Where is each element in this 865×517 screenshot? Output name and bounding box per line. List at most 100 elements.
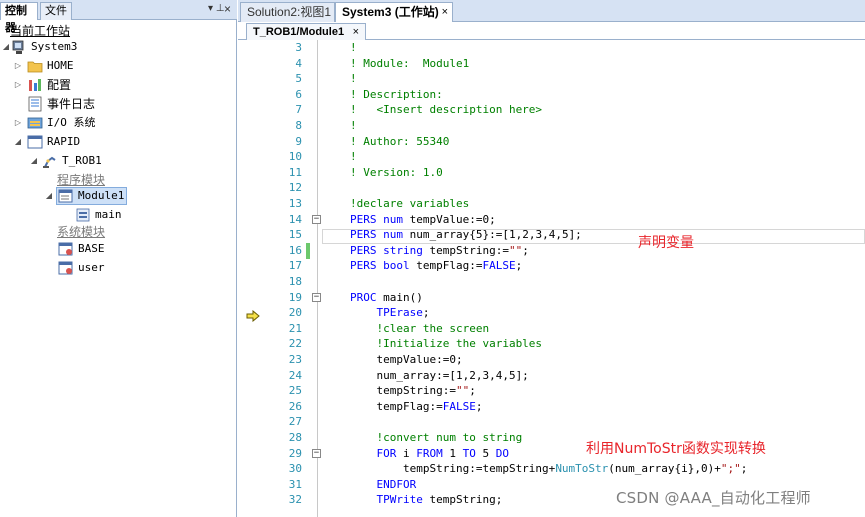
code-line[interactable]: 20 TPErase; [238,305,865,321]
code-line[interactable]: 22 !Initialize the variables [238,336,865,352]
code-line[interactable]: 4 ! Module: Module1 [238,56,865,72]
line-number: 25 [288,384,302,398]
tree-item-module[interactable]: ◢ Module1 [0,187,230,205]
io-label: I/O 系统 [47,116,96,129]
expand-triangle-icon[interactable]: ▷ [13,76,23,94]
line-number: 6 [295,87,302,101]
tab-module-editor[interactable]: T_ROB1/Module1 × [246,23,366,40]
editor-tab-strip: T_ROB1/Module1 × [238,22,865,40]
code-line[interactable]: 18 [238,274,865,290]
code-line[interactable]: 24 num_array:=[1,2,3,4,5]; [238,368,865,384]
tree-item-routine[interactable]: main [0,206,230,224]
watermark: CSDN @AAA_自动化工程师 [616,489,811,507]
tab-solution-view[interactable]: Solution2:视图1 [240,2,335,22]
code-line[interactable]: 23 tempValue:=0; [238,352,865,368]
code-text: PERS string tempString:=""; [350,243,529,257]
code-line[interactable]: 14− PERS num tempValue:=0; [238,212,865,228]
tree-item-task[interactable]: ◢ T_ROB1 [0,152,230,170]
close-icon[interactable]: × [353,24,359,40]
code-line[interactable]: 19− PROC main() [238,290,865,306]
line-number: 7 [295,103,302,117]
base-label: BASE [78,242,105,255]
tree-item-system[interactable]: ◢ System3 [0,38,230,56]
collapse-triangle-icon[interactable]: ◢ [13,133,23,151]
code-text: TPWrite tempString; [376,493,503,507]
code-line[interactable]: 17 PERS bool tempFlag:=FALSE; [238,258,865,274]
task-label: T_ROB1 [62,154,102,167]
rapid-code-editor[interactable]: 3! 4! Module: Module1 5! 6! Description: 7! … [238,40,865,517]
line-number: 23 [288,353,302,366]
code-line[interactable]: 8! [238,118,865,134]
annotation-convert: 利用NumToStr函数实现转换 [586,441,766,457]
rapid-label: RAPID [47,135,81,148]
close-icon[interactable]: × [224,2,231,16]
code-text: ! [350,72,357,86]
collapse-triangle-icon[interactable]: ◢ [29,152,39,170]
code-line[interactable]: 25 tempString:=""; [238,383,865,399]
code-line[interactable]: 7 ! <Insert description here> [238,102,865,118]
code-line[interactable]: 26 tempFlag:=FALSE; [238,399,865,415]
tree-item-user[interactable]: user [0,259,230,277]
code-line[interactable]: 3! [238,40,865,56]
code-text: ! [350,150,357,164]
expand-triangle-icon[interactable]: ▷ [13,114,23,132]
code-text: ! Module: Module1 [350,56,470,70]
code-text: tempString:=""; [350,384,476,398]
code-line[interactable]: 28 !convert num to string [238,430,865,446]
code-text: TPErase; [376,306,430,320]
code-line[interactable]: 12 [238,180,865,196]
module-label: Module1 [78,189,125,202]
folder-icon [27,61,43,73]
code-line[interactable]: 5! [238,71,865,87]
code-line[interactable]: 11 ! Version: 1.0 [238,165,865,181]
config-label: 配置 [47,78,72,92]
line-number: 30 [288,462,302,476]
code-text: tempString:=tempString+NumToStr(num_arra… [350,462,748,476]
routine-icon [76,208,90,222]
code-line[interactable]: 10! [238,149,865,165]
code-line[interactable]: 15 PERS num num_array{5}:=[1,2,3,4,5]; [238,227,865,243]
line-number: 27 [288,415,302,429]
tab-file[interactable]: 文件 [40,2,72,20]
code-text: PERS num num_array{5}:=[1,2,3,4,5]; [350,228,582,242]
code-text: ! Author: 55340 [350,134,450,148]
code-text: !Initialize the variables [350,337,543,351]
tab-system-station[interactable]: System3 (工作站) × [335,2,453,22]
line-number: 14 [288,212,302,226]
tree-item-rapid[interactable]: ◢ RAPID [0,133,230,151]
collapse-triangle-icon[interactable]: ◢ [44,187,54,205]
tab-solution-label: Solution2:视图1 [247,5,332,19]
code-line[interactable]: 6 ! Description: [238,87,865,103]
code-text: ! Version: 1.0 [350,165,443,179]
code-line[interactable]: 27 [238,414,865,430]
system-module-icon [58,261,73,275]
code-line[interactable]: 9 ! Author: 55340 [238,134,865,150]
tab-system-label: System3 (工作站) [342,5,439,19]
collapse-triangle-icon[interactable]: ◢ [1,38,11,56]
code-line[interactable]: 29− FOR i FROM 1 TO 5 DO [238,446,865,462]
tree-item-home[interactable]: ▷ HOME [0,57,230,75]
code-text: num_array:=[1,2,3,4,5]; [350,368,529,382]
tab-controller[interactable]: 控制器 [0,2,38,34]
home-label: HOME [47,59,74,72]
code-text: tempValue:=0; [350,353,463,366]
line-number: 32 [288,493,302,507]
code-line[interactable]: 21 !clear the screen [238,321,865,337]
fold-toggle-icon[interactable]: − [312,214,321,224]
expand-triangle-icon[interactable]: ▷ [13,57,23,75]
line-number: 17 [288,259,302,273]
tree-item-event-log[interactable]: 事件日志 [0,95,230,113]
fold-toggle-icon[interactable]: − [312,292,321,302]
code-text: ENDFOR [376,477,417,491]
close-icon[interactable]: × [442,3,448,21]
pin-icon[interactable]: ▾ ⊥ [208,3,225,14]
io-system-icon [27,117,43,129]
tree-item-io[interactable]: ▷ I/O 系统 [0,114,230,132]
code-line[interactable]: 16 PERS string tempString:=""; [238,243,865,259]
tree-item-base[interactable]: BASE [0,240,230,258]
tree-item-config[interactable]: ▷ 配置 [0,76,230,94]
code-text: PERS bool tempFlag:=FALSE; [350,259,523,273]
code-line[interactable]: 13 !declare variables [238,196,865,212]
code-line[interactable]: 30 tempString:=tempString+NumToStr(num_a… [238,461,865,477]
fold-toggle-icon[interactable]: − [312,448,321,458]
